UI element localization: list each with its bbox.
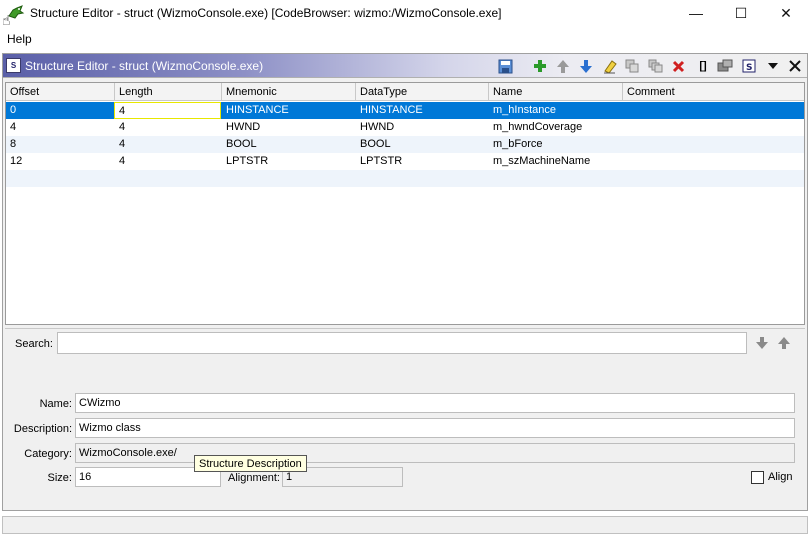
minimize-button[interactable]: —: [673, 0, 719, 26]
column-header-offset[interactable]: Offset: [6, 83, 115, 101]
cell-offset[interactable]: 4: [6, 119, 16, 136]
cell-name[interactable]: m_bForce: [489, 136, 543, 153]
description-label: Description:: [13, 423, 72, 435]
alignment-label: Alignment:: [228, 472, 280, 484]
table-row[interactable]: 8 4 BOOL BOOL m_bForce: [6, 136, 804, 153]
cell-offset[interactable]: 0: [6, 102, 16, 119]
description-field[interactable]: Wizmo class: [75, 418, 795, 438]
move-up-button[interactable]: [553, 57, 573, 75]
cell-mnemonic[interactable]: HWND: [222, 119, 260, 136]
clear-icon: [603, 59, 617, 74]
search-previous-button[interactable]: [775, 334, 793, 352]
options-dropdown-button[interactable]: [763, 57, 783, 75]
cell-name[interactable]: m_hwndCoverage: [489, 119, 582, 136]
category-field: WizmoConsole.exe/: [75, 443, 795, 463]
search-next-button[interactable]: [753, 334, 771, 352]
delete-button[interactable]: [668, 57, 688, 75]
column-header-name[interactable]: Name: [489, 83, 623, 101]
delete-icon: [672, 60, 684, 72]
array-icon: []: [699, 60, 707, 72]
name-label: Name:: [39, 398, 72, 410]
close-icon: ✕: [780, 4, 792, 21]
move-up-icon: [557, 59, 569, 73]
minimize-icon: —: [689, 5, 703, 21]
unpackage-icon: [717, 59, 733, 72]
cell-datatype[interactable]: HWND: [356, 119, 394, 136]
table-row-empty[interactable]: [6, 170, 804, 187]
save-icon: [498, 59, 512, 73]
cell-mnemonic[interactable]: LPTSTR: [222, 153, 268, 170]
menu-help[interactable]: Help: [7, 32, 32, 46]
arrow-down-icon: [756, 337, 768, 349]
column-header-length[interactable]: Length: [115, 83, 222, 101]
align-label: Align: [768, 471, 793, 483]
cell-datatype[interactable]: BOOL: [356, 136, 391, 153]
cell-length[interactable]: 4: [115, 153, 125, 170]
table-row[interactable]: 12 4 LPTSTR LPTSTR m_szMachineName: [6, 153, 804, 170]
table-row[interactable]: 4 4 HWND HWND m_hwndCoverage: [6, 119, 804, 136]
structure-icon: S: [742, 59, 756, 73]
column-header-comment[interactable]: Comment: [623, 83, 804, 101]
cell-mnemonic[interactable]: BOOL: [222, 136, 257, 153]
cell-datatype[interactable]: LPTSTR: [356, 153, 402, 170]
arrow-up-icon: [778, 337, 790, 349]
search-input[interactable]: [57, 332, 747, 354]
align-checkbox[interactable]: [751, 471, 764, 484]
menu-bar: Help: [0, 29, 809, 47]
structure-description-tooltip: Structure Description: [194, 455, 307, 472]
category-label: Category:: [24, 448, 72, 460]
dropdown-icon: [768, 63, 778, 69]
maximize-button[interactable]: ☐: [718, 0, 764, 26]
table-row[interactable]: 0 4 HINSTANCE HINSTANCE m_hInstance: [6, 102, 804, 119]
cell-datatype[interactable]: HINSTANCE: [356, 102, 423, 119]
cell-length[interactable]: 4: [115, 136, 125, 153]
add-icon: [534, 60, 546, 72]
unpackage-button[interactable]: [715, 57, 735, 75]
move-down-icon: [580, 59, 592, 73]
maximize-icon: ☐: [734, 4, 748, 21]
move-down-button[interactable]: [576, 57, 596, 75]
close-pane-button[interactable]: [785, 57, 805, 75]
pane-title: Structure Editor - struct (WizmoConsole.…: [25, 59, 264, 73]
hand-cursor-icon: ☝: [2, 12, 11, 28]
structure-editor-icon: S: [6, 58, 21, 73]
duplicate-multiple-icon: [648, 59, 662, 73]
column-header-mnemonic[interactable]: Mnemonic: [222, 83, 356, 101]
cell-length[interactable]: 4: [115, 119, 125, 136]
title-bar: Structure Editor - struct (WizmoConsole.…: [0, 0, 809, 28]
cell-mnemonic[interactable]: HINSTANCE: [222, 102, 289, 119]
cell-offset[interactable]: 8: [6, 136, 16, 153]
size-label: Size:: [47, 472, 72, 484]
table-header: Offset Length Mnemonic DataType Name Com…: [6, 83, 804, 101]
structure-table[interactable]: Offset Length Mnemonic DataType Name Com…: [5, 82, 805, 325]
cell-comment[interactable]: [623, 102, 627, 119]
edit-structure-button[interactable]: S: [739, 57, 759, 75]
cell-offset[interactable]: 12: [6, 153, 22, 170]
duplicate-icon: [625, 59, 639, 73]
close-icon: [789, 60, 801, 72]
cell-comment[interactable]: [623, 119, 627, 136]
add-component-button[interactable]: [530, 57, 550, 75]
search-label: Search:: [15, 338, 53, 350]
duplicate-multiple-button[interactable]: [645, 57, 665, 75]
cell-comment[interactable]: [623, 136, 627, 153]
pane-header: S Structure Editor - struct (WizmoConsol…: [3, 54, 807, 78]
cell-length[interactable]: 4: [114, 102, 221, 119]
status-bar: [2, 516, 808, 534]
column-header-datatype[interactable]: DataType: [356, 83, 489, 101]
name-field[interactable]: CWizmo: [75, 393, 795, 413]
clear-button[interactable]: [599, 57, 619, 75]
cell-name[interactable]: m_szMachineName: [489, 153, 590, 170]
create-array-button[interactable]: []: [693, 57, 713, 75]
save-button[interactable]: [495, 57, 515, 75]
search-bar: Search:: [5, 328, 805, 358]
cell-comment[interactable]: [623, 153, 627, 170]
window-title: Structure Editor - struct (WizmoConsole.…: [30, 6, 502, 20]
svg-text:S: S: [746, 63, 752, 73]
duplicate-button[interactable]: [622, 57, 642, 75]
close-window-button[interactable]: ✕: [763, 0, 809, 26]
cell-name[interactable]: m_hInstance: [489, 102, 556, 119]
